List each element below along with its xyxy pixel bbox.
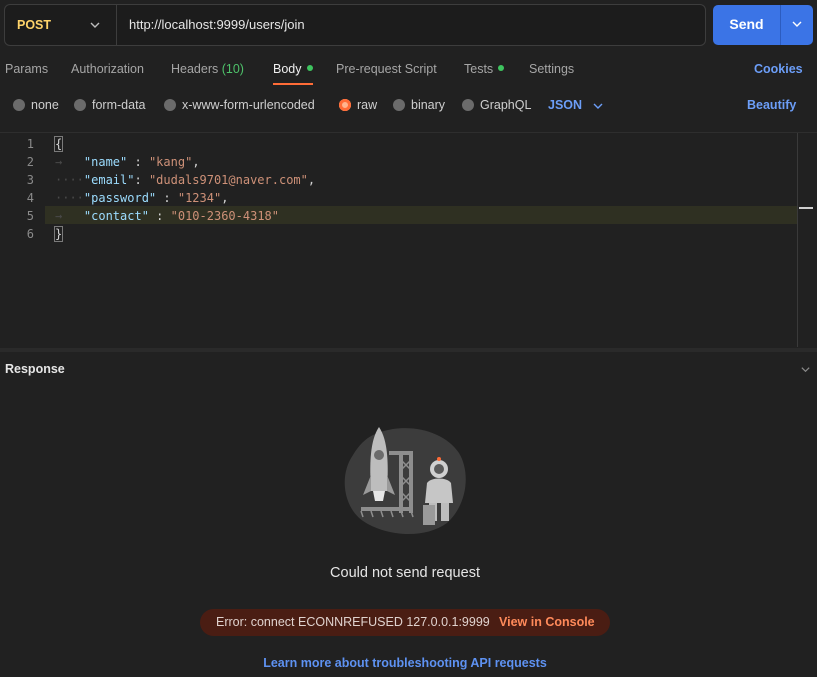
radio-form-data[interactable]: form-data — [74, 98, 146, 114]
line-gutter: 1 2 3 4 5 6 — [0, 133, 45, 347]
tab-body[interactable]: Body — [273, 62, 313, 76]
response-title: Response — [5, 362, 65, 376]
json-separator: : — [148, 209, 171, 223]
status-dot-icon — [498, 65, 505, 71]
send-divider — [780, 5, 781, 45]
json-separator: : — [156, 191, 178, 205]
radio-raw[interactable]: raw — [339, 98, 377, 114]
error-message: Error: connect ECONNREFUSED 127.0.0.1:99… — [216, 615, 490, 629]
radio-urlencoded-label: x-www-form-urlencoded — [182, 98, 315, 112]
json-key: "password" — [83, 191, 157, 205]
pane-resize-handle[interactable] — [0, 348, 817, 352]
radio-graphql[interactable]: GraphQL — [462, 98, 531, 114]
editor-scrollbar-track[interactable] — [797, 133, 798, 347]
code-line: ····"email": "dudals9701@naver.com", — [55, 173, 316, 187]
radio-circle-icon — [13, 99, 25, 111]
tab-tests-label: Tests — [464, 62, 494, 76]
code-line: { — [53, 136, 64, 152]
line-number: 5 — [26, 209, 34, 223]
line-number: 4 — [26, 191, 34, 205]
json-comma: , — [307, 173, 316, 187]
tab-settings[interactable]: Settings — [529, 62, 574, 76]
line-number: 3 — [26, 173, 34, 187]
code-line: } — [53, 226, 64, 242]
send-label: Send — [729, 16, 764, 32]
radio-raw-label: raw — [357, 98, 378, 112]
status-dot-icon — [306, 65, 313, 71]
line-number: 6 — [26, 227, 34, 241]
format-select[interactable]: JSON — [548, 98, 582, 112]
tab-headers-label: Headers — [171, 62, 219, 76]
body-type-selector: none form-data x-www-form-urlencoded raw… — [0, 96, 817, 116]
code-line: ····"password" : "1234", — [55, 191, 229, 205]
json-comma: , — [192, 155, 200, 169]
line-number: 2 — [26, 155, 34, 169]
method-select[interactable]: POST — [5, 5, 117, 45]
chevron-down-icon[interactable] — [592, 100, 604, 112]
json-comma: , — [221, 191, 229, 205]
active-tab-indicator — [273, 83, 313, 85]
rocket-launch-illustration — [344, 427, 466, 535]
code-editor[interactable]: 1 2 3 4 5 6 { → "name" : "kang", ····"em… — [0, 132, 817, 347]
json-key: "name" — [83, 155, 128, 169]
code-line: → "contact" : "010-2360-4318" — [55, 209, 279, 223]
view-in-console-link[interactable]: View in Console — [499, 615, 595, 629]
radio-circle-icon — [164, 99, 176, 111]
json-separator: : — [134, 173, 149, 187]
radio-circle-icon — [462, 99, 474, 111]
request-tabs: Params Authorization Headers (10) Body P… — [0, 60, 817, 88]
request-bar: POST http://localhost:9999/users/join — [4, 4, 706, 46]
json-value: "dudals9701@naver.com" — [148, 173, 308, 187]
chevron-down-icon[interactable] — [800, 364, 811, 375]
close-brace: } — [53, 226, 64, 242]
radio-urlencoded[interactable]: x-www-form-urlencoded — [164, 98, 315, 114]
radio-circle-icon — [393, 99, 405, 111]
radio-none[interactable]: none — [13, 98, 59, 114]
chevron-down-icon — [90, 22, 100, 28]
radio-graphql-label: GraphQL — [480, 98, 532, 112]
radio-binary[interactable]: binary — [393, 98, 445, 114]
json-value: "1234" — [177, 191, 222, 205]
radio-form-data-label: form-data — [92, 98, 146, 112]
line-number: 1 — [26, 137, 34, 151]
code-line: → "name" : "kang", — [55, 155, 200, 169]
tab-authorization[interactable]: Authorization — [71, 62, 144, 76]
json-value: "kang" — [148, 155, 193, 169]
beautify-button[interactable]: Beautify — [747, 98, 796, 112]
json-key: "contact" — [83, 209, 149, 223]
cookies-link[interactable]: Cookies — [754, 62, 803, 76]
tab-params[interactable]: Params — [5, 62, 48, 76]
learn-more-link[interactable]: Learn more about troubleshooting API req… — [0, 656, 810, 670]
url-input[interactable]: http://localhost:9999/users/join — [129, 17, 305, 32]
error-banner: Error: connect ECONNREFUSED 127.0.0.1:99… — [200, 609, 610, 636]
headers-count-badge: (10) — [221, 62, 244, 76]
json-separator: : — [127, 155, 149, 169]
send-button[interactable]: Send — [713, 5, 813, 45]
radio-none-label: none — [31, 98, 59, 112]
tab-headers[interactable]: Headers (10) — [171, 62, 244, 76]
tab-body-label: Body — [273, 62, 302, 76]
open-brace: { — [53, 136, 64, 152]
json-key: "email" — [83, 173, 135, 187]
tab-tests[interactable]: Tests — [464, 62, 505, 76]
json-value: "010-2360-4318" — [170, 209, 279, 223]
method-label: POST — [17, 18, 52, 32]
scrollbar-cursor-marker — [799, 207, 813, 209]
radio-circle-icon — [74, 99, 86, 111]
radio-binary-label: binary — [411, 98, 446, 112]
error-title: Could not send request — [330, 565, 480, 581]
chevron-down-icon[interactable] — [791, 18, 803, 30]
tab-pre-request-script[interactable]: Pre-request Script — [336, 62, 437, 76]
radio-selected-icon — [339, 99, 351, 111]
